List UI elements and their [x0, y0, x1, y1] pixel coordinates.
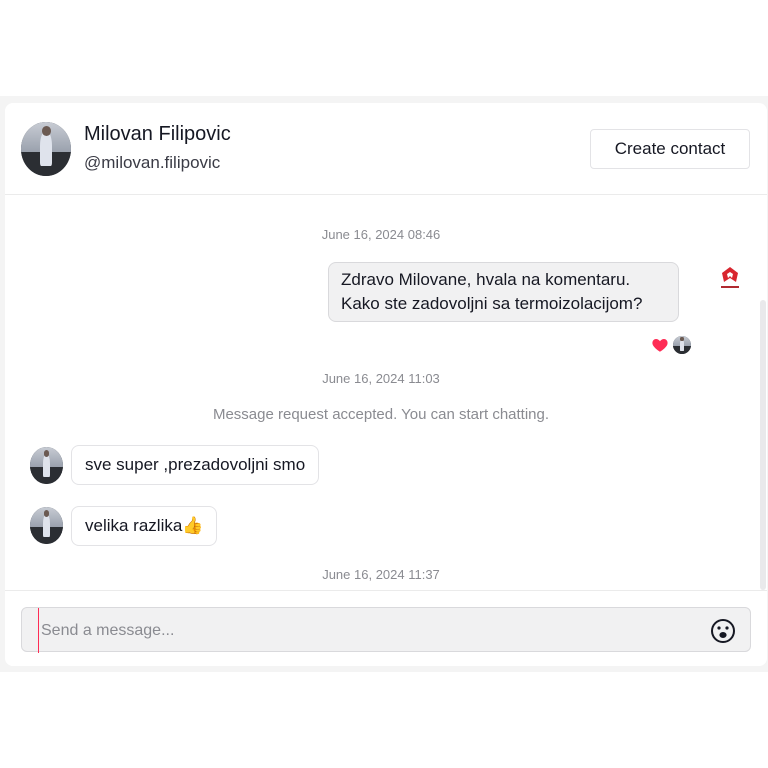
chat-header: Milovan Filipovic @milovan.filipovic Cre… — [5, 103, 767, 195]
outgoing-message[interactable]: Zdravo Milovane, hvala na komentaru. Kak… — [328, 262, 679, 322]
message-composer — [21, 607, 751, 653]
heart-icon[interactable] — [651, 336, 669, 354]
brand-logo — [721, 267, 739, 288]
reactor-avatar — [673, 336, 691, 354]
emoji-icon[interactable] — [710, 618, 736, 644]
outgoing-message-text: Zdravo Milovane, hvala na komentaru. Kak… — [341, 270, 643, 313]
create-contact-button[interactable]: Create contact — [590, 129, 750, 169]
contact-avatar[interactable] — [21, 122, 71, 176]
contact-name[interactable]: Milovan Filipovic — [84, 123, 231, 146]
contact-handle: @milovan.filipovic — [84, 153, 221, 172]
incoming-message-text: velika razlika👍 — [85, 516, 204, 535]
message-list[interactable]: June 16, 2024 08:46 Zdravo Milovane, hva… — [5, 195, 767, 590]
message-input[interactable] — [38, 608, 693, 653]
incoming-message-text: sve super ,prezadovoljni smo — [85, 455, 306, 474]
message-reactions[interactable] — [651, 335, 691, 355]
message-timestamp: June 16, 2024 08:46 — [321, 227, 441, 242]
composer-area — [5, 590, 767, 666]
incoming-message[interactable]: sve super ,prezadovoljni smo — [71, 445, 320, 485]
message-scrollbar[interactable] — [760, 300, 766, 590]
incoming-message[interactable]: velika razlika👍 — [71, 506, 218, 546]
system-notice: Message request accepted. You can start … — [212, 406, 550, 423]
message-timestamp: June 16, 2024 11:03 — [322, 371, 440, 386]
message-timestamp: June 16, 2024 11:37 — [322, 567, 440, 582]
sender-avatar[interactable] — [30, 447, 63, 484]
sender-avatar[interactable] — [30, 507, 63, 544]
chat-panel: Milovan Filipovic @milovan.filipovic Cre… — [5, 103, 767, 666]
